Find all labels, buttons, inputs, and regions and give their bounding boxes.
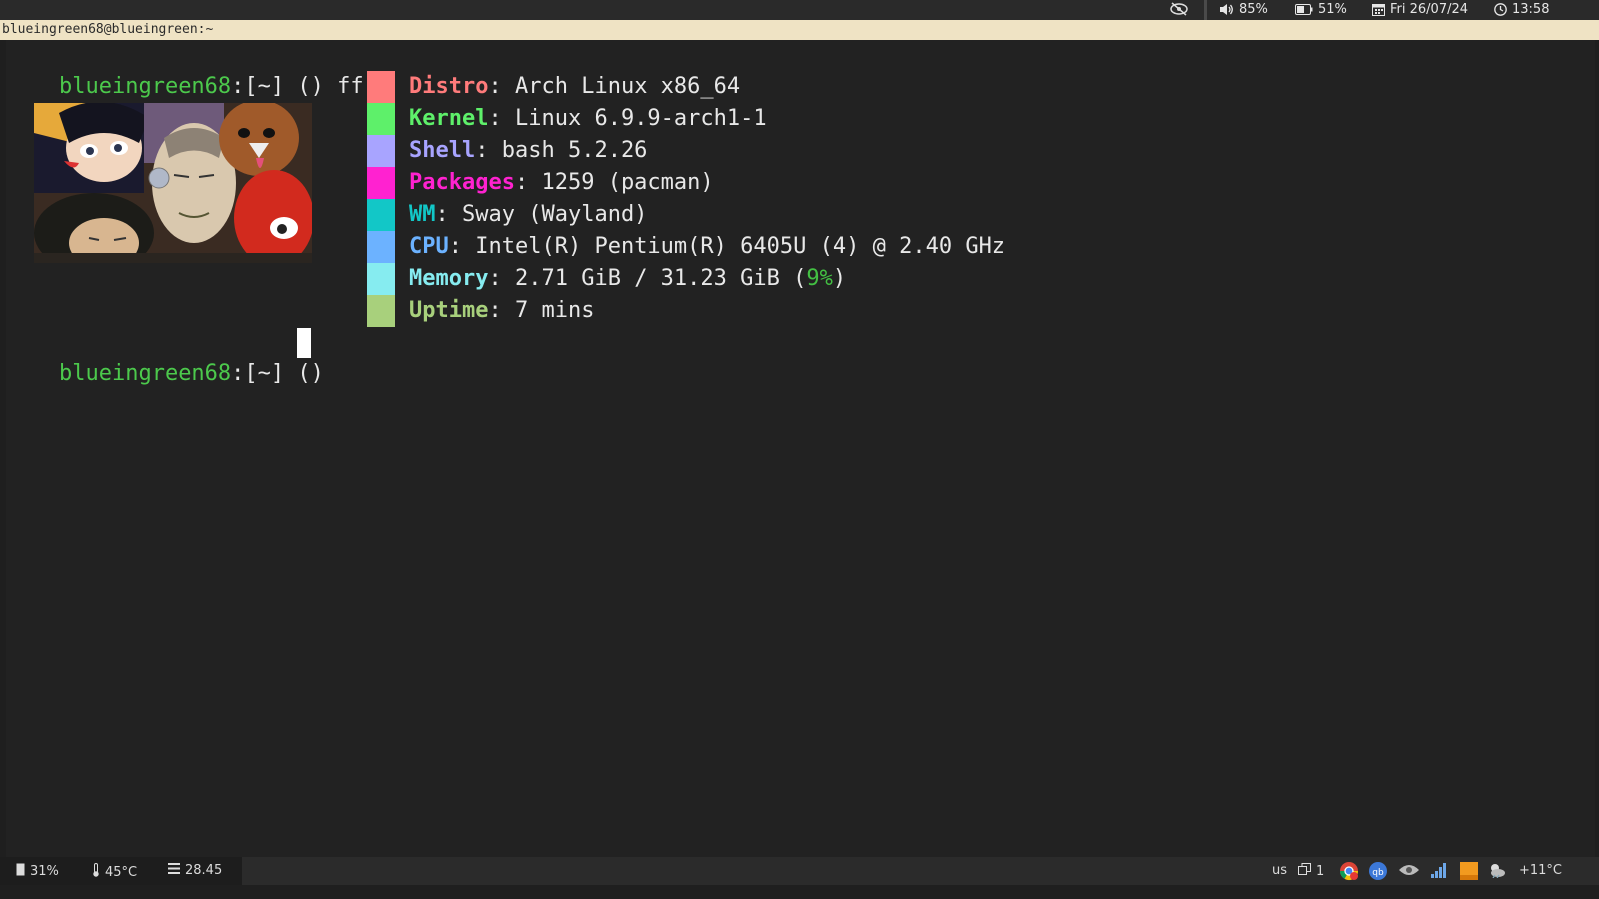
cpu-widget[interactable]: 31% xyxy=(16,863,59,880)
info-line-wm: WM: Sway (Wayland) xyxy=(409,199,647,231)
volume-widget[interactable]: 85% xyxy=(1219,2,1268,17)
info-key: Kernel xyxy=(409,106,489,131)
info-line-uptime: Uptime: 7 mins xyxy=(409,295,594,327)
command-text: ff xyxy=(337,74,364,99)
date-widget[interactable]: Fri 26/07/24 xyxy=(1372,2,1468,17)
anime-logo-image xyxy=(34,103,312,263)
info-separator: : xyxy=(488,106,515,131)
window-title-bar[interactable]: blueingreen68@blueingreen:~ xyxy=(0,20,1599,40)
info-value: 1259 (pacman) xyxy=(541,170,714,195)
window-title: blueingreen68@blueingreen:~ xyxy=(2,22,214,37)
svg-text:qb: qb xyxy=(1372,868,1384,878)
signal-icon[interactable] xyxy=(1431,863,1447,878)
prompt-path: :[~] () xyxy=(231,74,324,99)
color-swatch-wm xyxy=(367,199,395,231)
info-value: bash 5.2.26 xyxy=(501,138,648,163)
prompt-path: :[~] () xyxy=(231,361,324,386)
info-line-kernel: Kernel: Linux 6.9.9-arch1-1 xyxy=(409,103,767,135)
orange-app-icon[interactable] xyxy=(1460,862,1478,880)
info-separator: : xyxy=(448,234,476,259)
info-value: Arch Linux x86_64 xyxy=(514,74,741,99)
info-separator: : xyxy=(488,298,515,323)
color-swatch-kernel xyxy=(367,103,395,135)
clock-widget[interactable]: 13:58 xyxy=(1494,2,1549,17)
info-separator: : xyxy=(488,74,515,99)
qbittorrent-icon[interactable]: qb xyxy=(1368,861,1388,881)
thermometer-icon xyxy=(92,863,100,881)
info-value: 2.71 GiB / 31.23 GiB ( xyxy=(514,266,807,291)
workspace-number: 1 xyxy=(1316,863,1325,879)
weather-icon[interactable] xyxy=(1488,862,1506,878)
battery-icon xyxy=(1295,4,1313,15)
color-swatch-shell xyxy=(367,135,395,167)
bottom-status-bar: 31% 45°C 28.45 us 1 qb +11°C xyxy=(0,857,1599,885)
color-swatch-uptime xyxy=(367,295,395,327)
weather-temp-text: +11°C xyxy=(1519,863,1563,878)
prompt-user: blueingreen68 xyxy=(58,74,232,99)
chrome-icon[interactable] xyxy=(1339,861,1359,881)
info-separator: : xyxy=(514,170,542,195)
eye-icon[interactable] xyxy=(1398,862,1420,878)
info-line-cpu: CPU: Intel(R) Pentium(R) 6405U (4) @ 2.4… xyxy=(409,231,1005,263)
info-line-distro: Distro: Arch Linux x86_64 xyxy=(409,71,740,103)
info-key: WM xyxy=(409,202,436,227)
color-swatch-memory xyxy=(367,263,395,295)
info-line-shell: Shell: bash 5.2.26 xyxy=(409,135,647,167)
info-key: Distro xyxy=(409,74,489,99)
bar-divider xyxy=(1204,0,1207,20)
info-value: Intel(R) Pentium(R) 6405U (4) @ 2.40 GHz xyxy=(475,234,1006,259)
menu-lines-icon xyxy=(168,863,180,878)
color-swatch-distro xyxy=(367,71,395,103)
layout-text: us xyxy=(1272,863,1288,878)
keyboard-layout[interactable]: us xyxy=(1272,863,1287,878)
calendar-icon xyxy=(1372,3,1385,16)
date-text: Fri 26/07/24 xyxy=(1390,2,1469,17)
info-key: Memory xyxy=(409,266,489,291)
info-key: CPU xyxy=(409,234,449,259)
battery-level: 51% xyxy=(1318,2,1347,17)
info-key: Shell xyxy=(409,138,476,163)
info-line-memory: Memory: 2.71 GiB / 31.23 GiB (9%) xyxy=(409,263,846,295)
info-value-end: ) xyxy=(832,266,847,291)
load-value: 28.45 xyxy=(185,863,223,878)
weather-temperature[interactable]: +11°C xyxy=(1519,863,1562,878)
cpu-icon xyxy=(16,863,25,880)
info-key: Uptime xyxy=(409,298,489,323)
info-key: Packages xyxy=(409,170,515,195)
prompt-user: blueingreen68 xyxy=(58,361,232,386)
color-swatch-packages xyxy=(367,167,395,199)
info-value: Linux 6.9.9-arch1-1 xyxy=(514,106,767,131)
info-separator: : xyxy=(475,138,502,163)
terminal-window[interactable]: blueingreen68:[~] () ff blueingreen68:[~… xyxy=(6,40,1595,870)
info-separator: : xyxy=(488,266,515,291)
command-line-current[interactable]: blueingreen68:[~] () xyxy=(6,329,324,419)
temperature-widget[interactable]: 45°C xyxy=(92,863,137,881)
window-icon xyxy=(1298,863,1311,879)
load-widget[interactable]: 28.45 xyxy=(168,863,222,878)
time-text: 13:58 xyxy=(1512,2,1550,17)
temperature-value: 45°C xyxy=(105,864,138,880)
info-value: Sway (Wayland) xyxy=(462,202,648,227)
cpu-usage: 31% xyxy=(30,864,59,879)
workspace-widget[interactable]: 1 xyxy=(1298,863,1324,879)
memory-percent: 9% xyxy=(806,266,833,291)
info-line-packages: Packages: 1259 (pacman) xyxy=(409,167,714,199)
color-swatch-cpu xyxy=(367,231,395,263)
volume-level: 85% xyxy=(1239,2,1268,17)
info-separator: : xyxy=(435,202,462,227)
battery-widget[interactable]: 51% xyxy=(1295,2,1347,17)
top-status-bar: 85% 51% Fri 26/07/24 13:58 xyxy=(0,0,1599,20)
volume-icon xyxy=(1219,3,1234,16)
text-cursor xyxy=(297,328,311,358)
clock-icon xyxy=(1494,3,1507,16)
eye-off-icon[interactable] xyxy=(1170,2,1188,16)
info-value: 7 mins xyxy=(514,298,595,323)
